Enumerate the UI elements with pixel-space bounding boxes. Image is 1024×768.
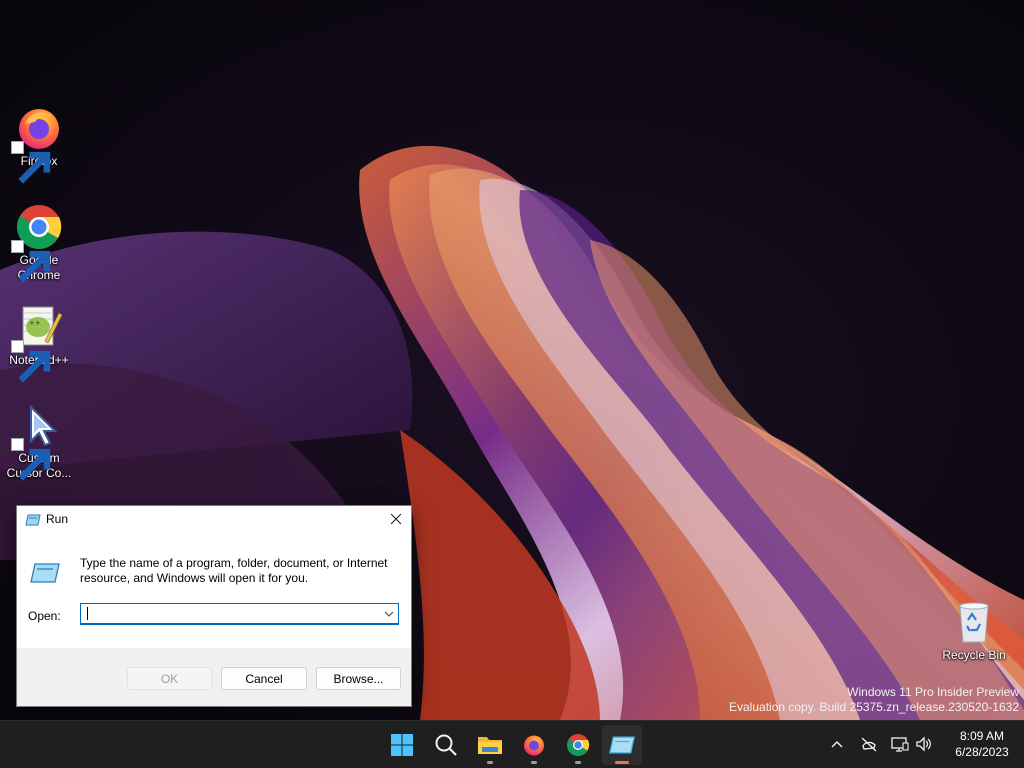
- shortcut-arrow-icon: [11, 438, 51, 481]
- open-input[interactable]: [81, 604, 383, 623]
- cancel-button[interactable]: Cancel: [221, 667, 307, 690]
- chrome-icon: [11, 203, 63, 283]
- monitor-icon[interactable]: [889, 733, 911, 755]
- run-dialog-body: Type the name of a program, folder, docu…: [17, 534, 411, 648]
- run-program-icon: [30, 562, 60, 584]
- folder-icon: [478, 737, 502, 754]
- run-icon: [25, 513, 41, 527]
- text-caret: [87, 607, 88, 620]
- clock-time: 8:09 AM: [959, 729, 1005, 743]
- taskbar: 8:09 AM 6/28/2023: [0, 720, 1024, 768]
- watermark-line-2: Evaluation copy. Build 25375.zn_release.…: [729, 700, 1019, 714]
- desktop-icon-custom-cursor[interactable]: Custom Cursor Co...: [1, 401, 77, 481]
- run-dialog-footer: OK Cancel Browse...: [17, 648, 411, 706]
- volume-icon[interactable]: [913, 733, 935, 755]
- shortcut-arrow-icon: [11, 141, 51, 184]
- chevron-down-icon[interactable]: [382, 607, 396, 621]
- svg-text:++: ++: [29, 319, 41, 327]
- chrome-icon: [567, 734, 590, 756]
- search-icon: [435, 734, 457, 756]
- chevron-up-icon[interactable]: [826, 733, 848, 755]
- desktop-icon-recycle-bin[interactable]: Recycle Bin: [936, 598, 1012, 663]
- open-label: Open:: [28, 609, 61, 623]
- taskbar-run[interactable]: [602, 725, 642, 765]
- running-indicator: [531, 761, 537, 764]
- taskbar-file-explorer[interactable]: [470, 725, 510, 765]
- desktop-icon-firefox[interactable]: Firefox: [1, 104, 77, 184]
- open-combobox[interactable]: [80, 603, 399, 625]
- evaluation-watermark: Windows 11 Pro Insider Preview Evaluatio…: [729, 685, 1019, 715]
- taskbar-clock[interactable]: 8:09 AM 6/28/2023: [944, 728, 1020, 760]
- shortcut-arrow-icon: [11, 240, 51, 283]
- shortcut-arrow-icon: [11, 340, 51, 383]
- taskbar-search-button[interactable]: [426, 725, 466, 765]
- taskbar-firefox[interactable]: [514, 725, 554, 765]
- ok-button[interactable]: OK: [127, 667, 212, 690]
- firefox-icon: [11, 104, 63, 184]
- run-description: Type the name of a program, folder, docu…: [80, 556, 388, 585]
- desktop-icon-chrome[interactable]: Google Chrome: [1, 203, 77, 283]
- desktop-icon-label: Recycle Bin: [942, 648, 1006, 662]
- taskbar-start-button[interactable]: [382, 725, 422, 765]
- watermark-line-1: Windows 11 Pro Insider Preview: [847, 685, 1019, 699]
- windows-start-icon: [391, 734, 413, 756]
- run-titlebar[interactable]: Run: [17, 506, 411, 534]
- close-button[interactable]: [381, 506, 411, 532]
- close-icon: [390, 513, 402, 525]
- network-disconnected-icon[interactable]: [858, 733, 880, 755]
- firefox-icon: [524, 735, 544, 756]
- active-indicator: [615, 761, 629, 764]
- custom-cursor-icon: [11, 401, 63, 481]
- taskbar-chrome[interactable]: [558, 725, 598, 765]
- running-indicator: [575, 761, 581, 764]
- browse-button[interactable]: Browse...: [316, 667, 401, 690]
- run-icon: [609, 736, 635, 754]
- running-indicator: [487, 761, 493, 764]
- notepadpp-icon: ++: [11, 303, 63, 383]
- run-dialog[interactable]: Run Type the name of a program, folder, …: [16, 505, 412, 707]
- recycle-bin-icon: [950, 598, 998, 646]
- run-dialog-title: Run: [46, 512, 69, 526]
- clock-date: 6/28/2023: [955, 745, 1009, 759]
- desktop-icon-notepadpp[interactable]: ++ Notepad++: [1, 303, 77, 383]
